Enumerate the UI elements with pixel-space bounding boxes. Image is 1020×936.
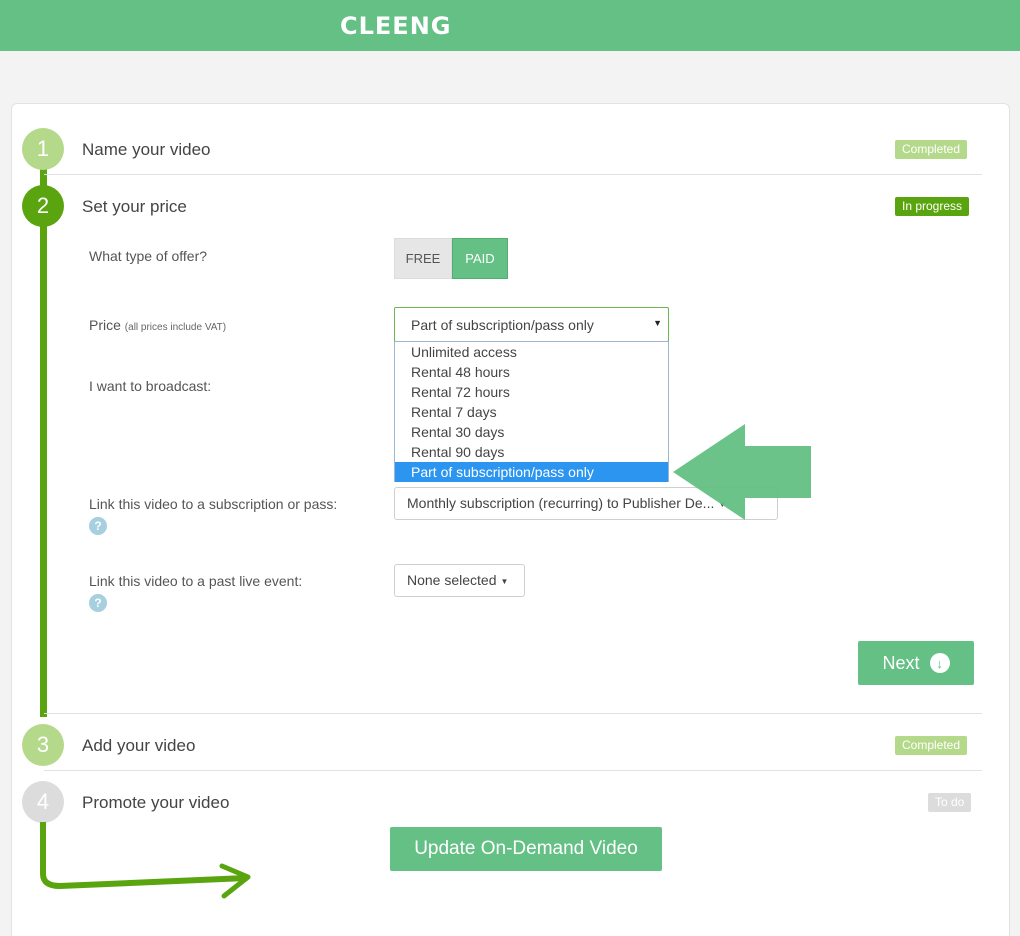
live-event-dropdown-value: None selected bbox=[407, 572, 497, 588]
live-event-label: Link this video to a past live event: bbox=[89, 573, 303, 589]
annotation-arrow-icon bbox=[673, 424, 811, 520]
step-3-status-badge: Completed bbox=[895, 736, 968, 755]
step-1-status-badge: Completed bbox=[895, 140, 968, 159]
subscription-label: Link this video to a subscription or pas… bbox=[89, 496, 338, 512]
paid-option-button[interactable]: PAID bbox=[452, 238, 508, 279]
step-3-circle: 3 bbox=[22, 724, 64, 766]
step-2-status-badge: In progress bbox=[895, 197, 970, 216]
price-select[interactable]: Part of subscription/pass only ▼ bbox=[394, 307, 669, 342]
progress-line bbox=[40, 150, 47, 717]
step-divider bbox=[44, 174, 982, 175]
hook-arrow-icon bbox=[40, 822, 251, 899]
offer-type-toggle: FREE PAID bbox=[394, 238, 508, 279]
price-select-value: Part of subscription/pass only bbox=[411, 317, 594, 333]
cleeng-logo[interactable]: CLEENG bbox=[340, 12, 451, 40]
step-4-circle: 4 bbox=[22, 781, 64, 823]
update-video-button[interactable]: Update On-Demand Video bbox=[390, 827, 662, 871]
help-icon[interactable]: ? bbox=[89, 517, 107, 535]
price-option[interactable]: Unlimited access bbox=[395, 342, 668, 362]
price-option-selected[interactable]: Part of subscription/pass only bbox=[395, 462, 668, 482]
step-1-title[interactable]: Name your video bbox=[82, 140, 211, 160]
price-vat-note: (all prices include VAT) bbox=[124, 322, 227, 333]
step-divider bbox=[44, 770, 982, 771]
price-option[interactable]: Rental 72 hours bbox=[395, 382, 668, 402]
step-2-circle: 2 bbox=[22, 185, 64, 227]
subscription-dropdown-value: Monthly subscription (recurring) to Publ… bbox=[407, 495, 715, 511]
price-option[interactable]: Rental 30 days bbox=[395, 422, 668, 442]
free-option-button[interactable]: FREE bbox=[394, 238, 452, 279]
price-dropdown-list: Unlimited access Rental 48 hours Rental … bbox=[394, 341, 669, 482]
price-option[interactable]: Rental 90 days bbox=[395, 442, 668, 462]
help-icon[interactable]: ? bbox=[89, 594, 107, 612]
step-3-title[interactable]: Add your video bbox=[82, 736, 195, 756]
step-2-title[interactable]: Set your price bbox=[82, 197, 187, 217]
broadcast-label: I want to broadcast: bbox=[89, 378, 212, 394]
step-4-title[interactable]: Promote your video bbox=[82, 793, 229, 813]
chevron-down-icon: ▼ bbox=[653, 318, 662, 328]
step-1-circle: 1 bbox=[22, 128, 64, 170]
offer-type-label: What type of offer? bbox=[89, 248, 208, 264]
price-label-text: Price bbox=[89, 317, 121, 333]
step-4-status-badge: To do bbox=[928, 793, 972, 812]
step-divider bbox=[44, 713, 982, 714]
price-option[interactable]: Rental 48 hours bbox=[395, 362, 668, 382]
top-bar: CLEENG bbox=[0, 0, 1020, 51]
caret-down-icon: ▼ bbox=[500, 576, 509, 586]
price-option[interactable]: Rental 7 days bbox=[395, 402, 668, 422]
arrow-down-circle-icon: ↓ bbox=[929, 653, 950, 673]
live-event-dropdown[interactable]: None selected ▼ bbox=[394, 564, 525, 597]
price-label: Price (all prices include VAT) bbox=[89, 317, 226, 333]
next-button-label: Next bbox=[882, 652, 920, 673]
next-button[interactable]: Next ↓ bbox=[858, 641, 974, 685]
